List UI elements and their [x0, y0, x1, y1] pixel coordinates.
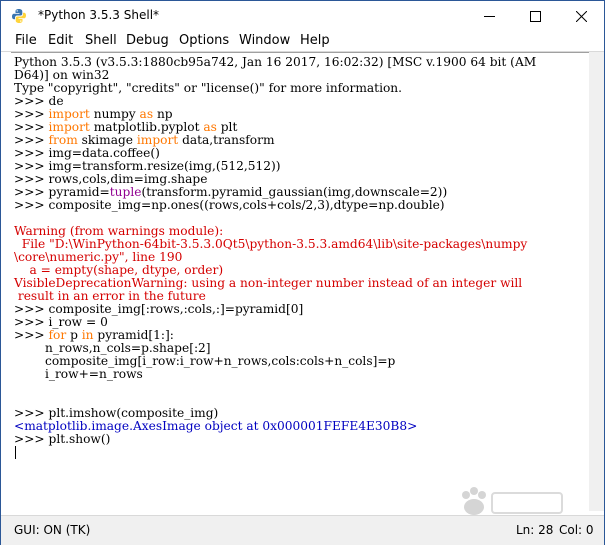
shell-input-line: >>> plt.show() [14, 432, 111, 446]
python-logo-icon [12, 9, 26, 23]
menu-bar: File Edit Shell Debug Options Window Hel… [1, 31, 604, 52]
window-title: *Python 3.5.3 Shell* [38, 8, 160, 22]
column-number: Col: 0 [559, 523, 594, 537]
minimize-icon [483, 15, 495, 17]
maximize-button[interactable] [512, 1, 558, 31]
menu-shell[interactable]: Shell [85, 33, 117, 48]
line-number: Ln: 28 [516, 523, 554, 537]
close-button[interactable] [558, 1, 604, 31]
baidu-watermark-logo [462, 487, 563, 515]
minimize-button[interactable] [466, 1, 512, 31]
idle-shell-window: *Python 3.5.3 Shell* File Edit Shell Deb… [0, 0, 605, 545]
menu-help[interactable]: Help [300, 33, 330, 48]
shell-input-line: >>> composite_img=np.ones((rows,cols+col… [14, 198, 445, 212]
close-icon [575, 10, 587, 22]
shell-text-area[interactable]: Python 3.5.3 (v3.5.3:1880cb95a742, Jan 1… [11, 52, 589, 512]
title-bar[interactable]: *Python 3.5.3 Shell* [1, 1, 604, 31]
maximize-icon [529, 10, 541, 22]
banner-line: Type "copyright", "credits" or "license(… [14, 81, 403, 95]
vertical-scrollbar[interactable] [589, 52, 604, 511]
gui-status: GUI: ON (TK) [14, 523, 91, 537]
menu-edit[interactable]: Edit [48, 33, 73, 48]
text-cursor [15, 446, 16, 459]
menu-debug[interactable]: Debug [126, 33, 169, 48]
shell-continuation-line: i_row+=n_rows [14, 367, 143, 381]
menu-file[interactable]: File [15, 33, 37, 48]
menu-window[interactable]: Window [239, 33, 290, 48]
menu-options[interactable]: Options [179, 33, 229, 48]
